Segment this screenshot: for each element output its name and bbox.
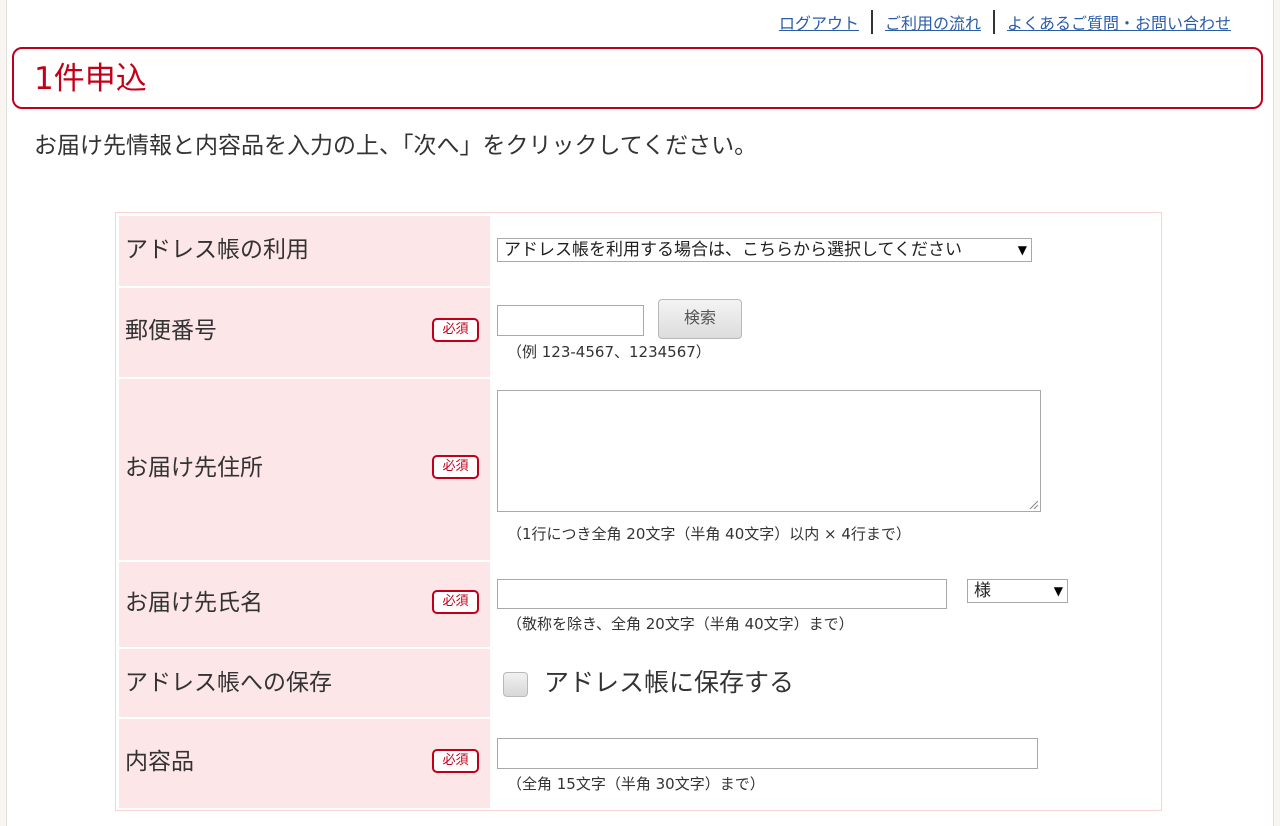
recipient-name-hint: （敬称を除き、全角 20文字（半角 40文字）まで） — [507, 615, 854, 633]
form-row-address-book: アドレス帳の利用 アドレス帳を利用する場合は、こちらから選択してください ▼ — [119, 216, 1158, 286]
usage-flow-link[interactable]: ご利用の流れ — [885, 10, 981, 34]
recipient-name-input[interactable] — [497, 579, 947, 609]
shipment-form: アドレス帳の利用 アドレス帳を利用する場合は、こちらから選択してください ▼ 郵… — [115, 212, 1162, 811]
required-badge: 必須 — [432, 749, 479, 773]
contents-hint: （全角 15文字（半角 30文字）まで） — [507, 775, 765, 793]
contents-label: 内容品 — [125, 749, 194, 775]
label-cell: 郵便番号 必須 — [119, 288, 490, 377]
page: ログアウト ご利用の流れ よくあるご質問・お問い合わせ 1件申込 お届け先情報と… — [6, 0, 1274, 826]
label-cell: お届け先住所 必須 — [119, 379, 490, 560]
save-address-label: アドレス帳への保存 — [125, 670, 332, 696]
field-cell: 検索 （例 123-4567、1234567） — [494, 288, 1158, 377]
page-title-box: 1件申込 — [12, 47, 1263, 109]
field-cell: アドレス帳を利用する場合は、こちらから選択してください ▼ — [494, 216, 1158, 286]
logout-link[interactable]: ログアウト — [779, 10, 859, 34]
address-book-label: アドレス帳の利用 — [125, 237, 309, 263]
form-row-save-address: アドレス帳への保存 アドレス帳に保存する — [119, 649, 1158, 717]
required-badge: 必須 — [432, 590, 479, 614]
field-cell: アドレス帳に保存する — [494, 649, 1158, 717]
address-hint: （1行につき全角 20文字（半角 40文字）以内 × 4行まで） — [507, 525, 911, 543]
label-cell: 内容品 必須 — [119, 719, 490, 808]
link-divider — [992, 10, 995, 34]
address-book-select[interactable]: アドレス帳を利用する場合は、こちらから選択してください ▼ — [497, 238, 1032, 262]
save-address-checkbox-label[interactable]: アドレス帳に保存する — [544, 668, 794, 698]
honorific-select-value: 様 — [974, 581, 991, 601]
address-label: お届け先住所 — [125, 455, 263, 481]
field-cell: （全角 15文字（半角 30文字）まで） — [494, 719, 1158, 808]
save-address-checkbox[interactable] — [503, 672, 528, 697]
postal-code-hint: （例 123-4567、1234567） — [507, 343, 711, 361]
label-cell: お届け先氏名 必須 — [119, 562, 490, 647]
instruction-text: お届け先情報と内容品を入力の上、「次へ」をクリックしてください。 — [34, 133, 758, 159]
contents-input[interactable] — [497, 738, 1038, 769]
dropdown-arrow-icon: ▼ — [1049, 580, 1063, 602]
form-row-contents: 内容品 必須 （全角 15文字（半角 30文字）まで） — [119, 719, 1158, 808]
postal-code-label: 郵便番号 — [125, 318, 217, 344]
dropdown-arrow-icon: ▼ — [1013, 239, 1027, 261]
required-badge: 必須 — [432, 455, 479, 479]
postal-code-input[interactable] — [497, 305, 644, 336]
field-cell: 様 ▼ （敬称を除き、全角 20文字（半角 40文字）まで） — [494, 562, 1158, 647]
label-cell: アドレス帳への保存 — [119, 649, 490, 717]
field-cell: （1行につき全角 20文字（半角 40文字）以内 × 4行まで） — [494, 379, 1158, 560]
header-links: ログアウト ご利用の流れ よくあるご質問・お問い合わせ — [779, 10, 1231, 34]
faq-contact-link[interactable]: よくあるご質問・お問い合わせ — [1007, 10, 1231, 34]
form-row-address: お届け先住所 必須 （1行につき全角 20文字（半角 40文字）以内 × 4行ま… — [119, 379, 1158, 560]
label-cell: アドレス帳の利用 — [119, 216, 490, 286]
form-row-recipient-name: お届け先氏名 必須 様 ▼ （敬称を除き、全角 20文字（半角 40文字）まで） — [119, 562, 1158, 647]
address-textarea[interactable] — [497, 390, 1041, 512]
page-title: 1件申込 — [34, 61, 147, 97]
honorific-select[interactable]: 様 ▼ — [967, 579, 1068, 603]
resize-grip-icon[interactable] — [1028, 499, 1038, 509]
form-row-postal-code: 郵便番号 必須 検索 （例 123-4567、1234567） — [119, 288, 1158, 377]
link-divider — [870, 10, 873, 34]
recipient-name-label: お届け先氏名 — [125, 590, 263, 616]
required-badge: 必須 — [432, 318, 479, 342]
address-book-select-value: アドレス帳を利用する場合は、こちらから選択してください — [504, 240, 962, 260]
postal-search-button[interactable]: 検索 — [658, 299, 742, 339]
